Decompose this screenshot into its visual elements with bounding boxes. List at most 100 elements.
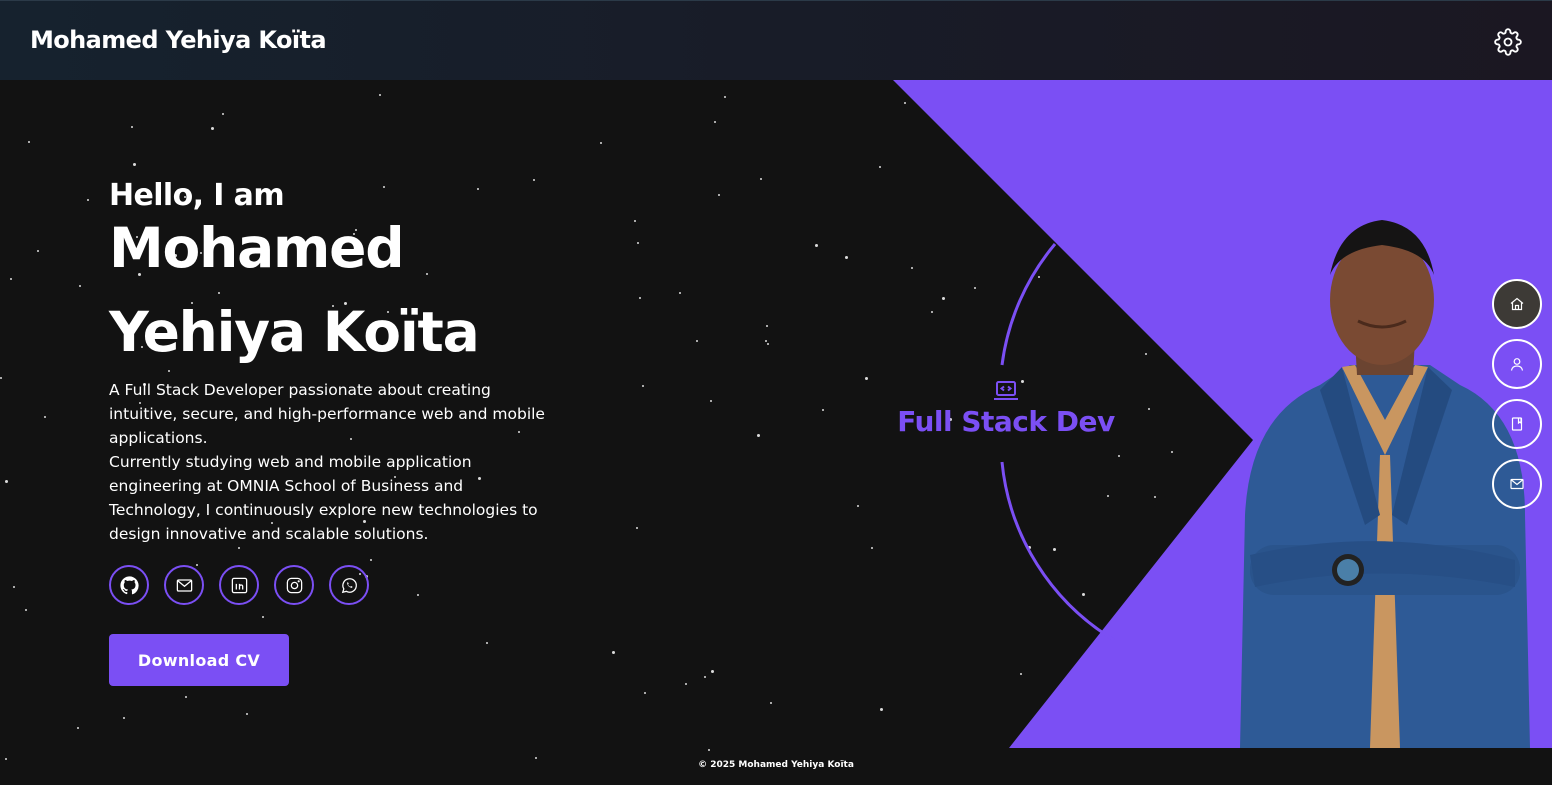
star-dot [262,616,264,618]
star-dot [770,702,772,704]
github-link[interactable] [109,565,149,605]
star-dot [131,126,133,128]
star-dot [710,400,712,402]
star-dot [5,480,8,483]
star-dot [77,727,79,729]
star-dot [974,287,976,289]
side-navigation [1492,279,1542,509]
star-dot [637,242,639,244]
github-icon [119,575,139,594]
star-dot [639,297,641,299]
star-dot [822,409,824,411]
star-dot [370,559,372,561]
hero-name-line2: Yehiya Koïta [109,300,480,364]
star-dot [704,676,706,678]
star-dot [1053,548,1056,551]
star-dot [1082,593,1085,596]
star-dot [865,377,868,380]
star-dot [1107,495,1109,497]
nav-about-button[interactable] [1492,339,1542,389]
nav-home-button[interactable] [1492,279,1542,329]
star-dot [222,113,224,115]
mail-icon [176,578,192,592]
star-dot [911,267,913,269]
star-dot [1145,353,1147,355]
linkedin-icon [231,577,247,593]
home-icon [1510,297,1524,311]
download-cv-button[interactable]: Download CV [109,634,289,686]
instagram-icon [286,577,302,593]
hero-name-line1: Mohamed [109,216,405,280]
star-dot [238,547,240,549]
star-dot [685,683,687,685]
top-header: Mohamed Yehiya Koïta [0,0,1552,80]
star-dot [133,163,136,166]
star-dot [767,343,769,345]
gear-icon[interactable] [1494,28,1522,56]
star-dot [904,102,906,104]
star-dot [535,757,537,759]
star-dot [766,325,768,327]
star-dot [879,166,881,168]
star-dot [644,692,646,694]
star-dot [931,311,933,313]
star-dot [246,713,248,715]
star-dot [13,586,15,588]
star-dot [708,749,710,751]
star-dot [0,377,2,379]
star-dot [1154,496,1156,498]
star-dot [634,220,636,222]
instagram-link[interactable] [274,565,314,605]
whatsapp-link[interactable] [329,565,369,605]
star-dot [600,142,602,144]
star-dot [942,297,945,300]
star-dot [185,696,187,698]
star-dot [87,199,89,201]
star-dot [37,250,39,252]
user-icon [1510,358,1524,371]
star-dot [765,340,767,342]
book-icon [1511,417,1523,431]
star-dot [714,121,716,123]
star-dot [845,256,848,259]
star-dot [857,505,859,507]
star-dot [10,278,12,280]
star-dot [1118,455,1120,457]
laptop-code-icon [994,381,1018,400]
star-dot [760,178,762,180]
role-badge-text: Full Stack Dev [897,405,1115,438]
nav-projects-button[interactable] [1492,399,1542,449]
star-dot [718,194,720,196]
star-dot [612,651,615,654]
star-dot [1020,673,1022,675]
star-dot [25,609,27,611]
star-dot [28,141,30,143]
star-dot [1038,276,1040,278]
linkedin-link[interactable] [219,565,259,605]
star-dot [711,670,714,673]
star-dot [815,244,818,247]
star-dot [486,642,488,644]
star-dot [757,434,760,437]
star-dot [871,547,873,549]
star-dot [880,708,883,711]
role-badge: Full Stack Dev [893,380,1119,438]
nav-contact-button[interactable] [1492,459,1542,509]
star-dot [724,96,726,98]
star-dot [1028,546,1031,549]
star-dot [1148,408,1150,410]
hero-description-p2: Currently studying web and mobile applic… [109,453,538,543]
star-dot [636,527,638,529]
star-dot [379,94,381,96]
star-dot [79,285,81,287]
email-link[interactable] [164,565,204,605]
hero-section: Hello, I am Mohamed Yehiya Koïta A Full … [109,178,579,546]
star-dot [679,292,681,294]
star-dot [696,340,698,342]
whatsapp-icon [341,577,357,593]
star-dot [123,717,125,719]
footer-copyright: © 2025 Mohamed Yehiya Koïta [698,760,854,770]
star-dot [417,594,419,596]
site-brand[interactable]: Mohamed Yehiya Koïta [30,26,327,54]
mail-icon [1510,478,1524,490]
